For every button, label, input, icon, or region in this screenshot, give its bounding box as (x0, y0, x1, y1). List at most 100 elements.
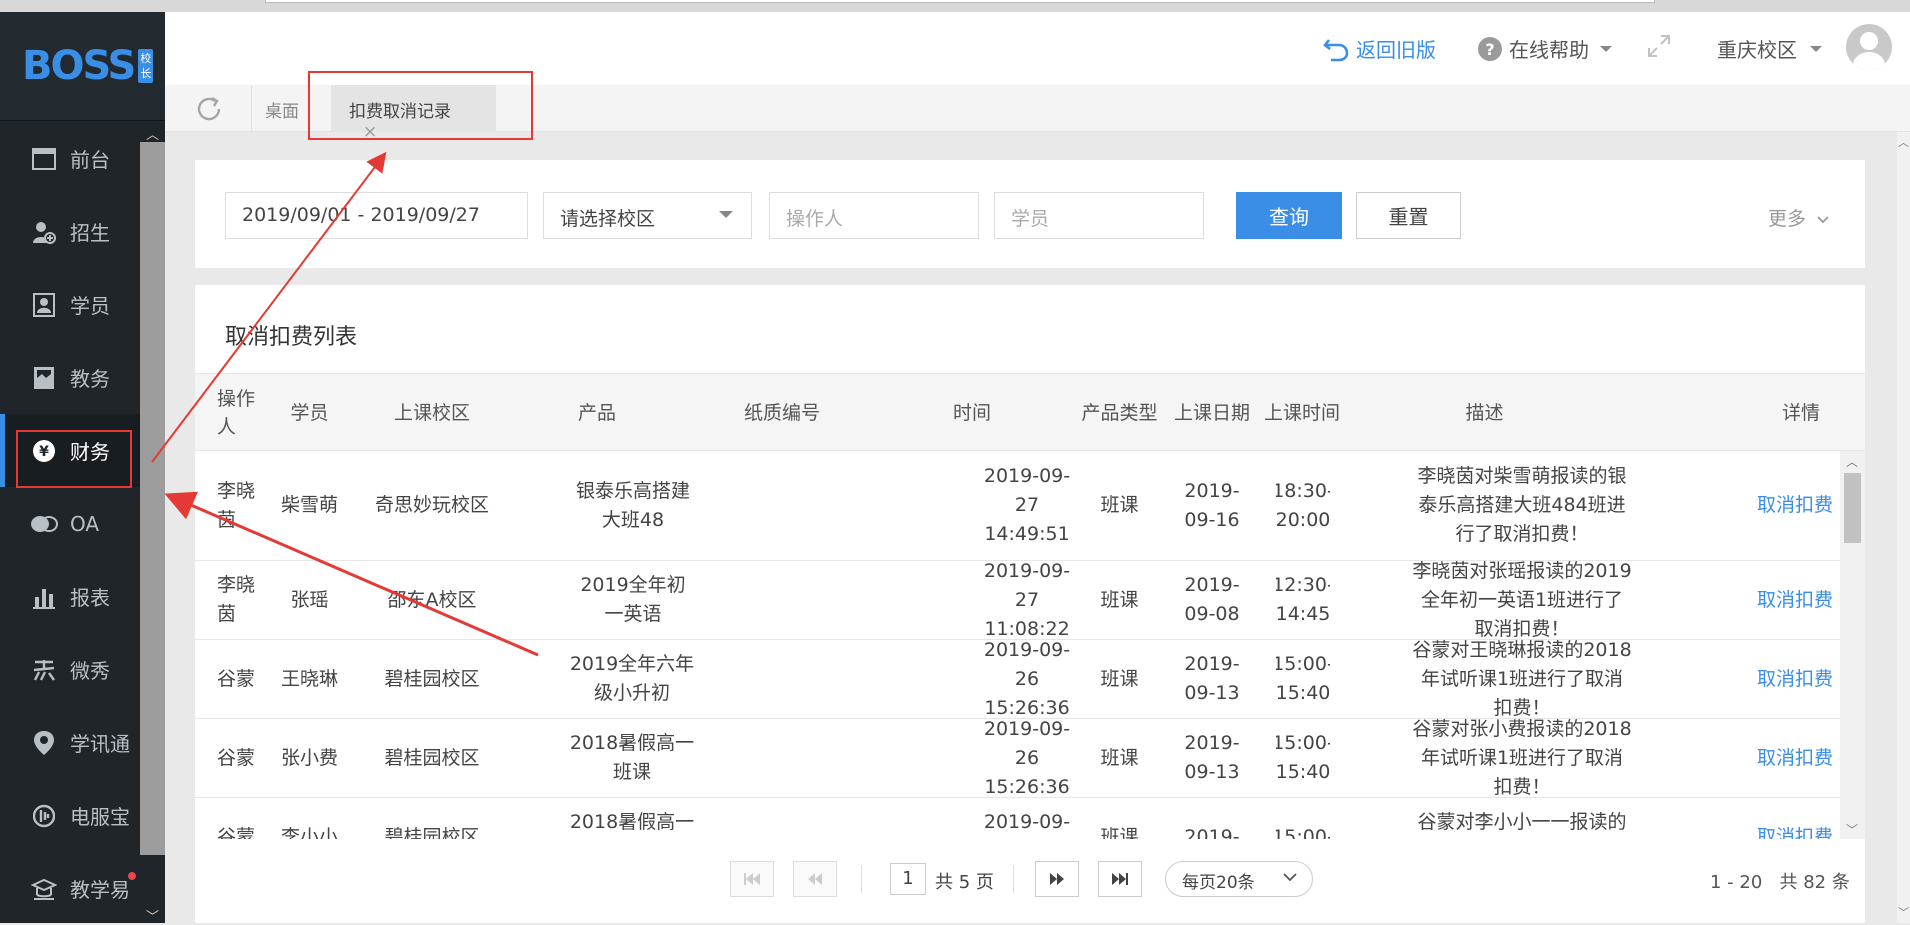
cancel-deduction-link[interactable]: 取消扣费 (1757, 719, 1840, 797)
fullscreen-button[interactable] (1647, 34, 1671, 58)
cell-time: 2019-09-26 15:26:36 (983, 719, 1071, 797)
cell-operator: 谷蒙 (217, 746, 256, 769)
sidebar-item-front-desk[interactable]: 前台 (0, 122, 140, 195)
table-scrollbar[interactable]: ︿ ﹀ (1840, 451, 1865, 839)
campus-select-placeholder: 请选择校区 (560, 208, 656, 230)
scroll-up-icon[interactable]: ︿ (1898, 134, 1909, 150)
more-filters-toggle[interactable]: 更多 (1768, 204, 1830, 231)
caret-down-icon (1600, 45, 1612, 52)
window-icon (30, 145, 58, 173)
scroll-down-icon[interactable]: ﹀ (1846, 821, 1858, 838)
col-time: 时间 (952, 402, 991, 424)
more-label: 更多 (1768, 208, 1807, 230)
return-old-version-link[interactable]: 返回旧版 (1322, 34, 1436, 63)
campus-select[interactable]: 请选择校区 (543, 192, 752, 239)
cell-product: 2018暑假高一班课 (569, 732, 695, 783)
pagination: 1 共 5 页 每页20条 1 - 20 共 82 条 (195, 855, 1865, 905)
cell-class-date: 2019-09-13 (1185, 653, 1239, 704)
table-body: 李晓茵 柴雪萌 奇思妙玩校区 银泰乐高搭建大班48 2019-09-27 14:… (195, 451, 1840, 839)
online-help-dropdown[interactable]: ? 在线帮助 (1477, 34, 1613, 63)
page-size-select[interactable]: 每页20条 (1165, 861, 1313, 897)
page-number-input[interactable]: 1 (890, 863, 926, 895)
pager-divider (861, 865, 862, 893)
col-product-type: 产品类型 (1081, 402, 1158, 424)
fast-forward-icon (1050, 873, 1064, 885)
cell-product-type: 班课 (1100, 588, 1139, 611)
chevron-down-icon (1817, 216, 1829, 224)
sidebar-item-jiaoxueyi[interactable]: 教学易 (0, 852, 140, 925)
avatar[interactable] (1846, 24, 1892, 70)
cell-campus: 碧桂园校区 (384, 667, 480, 690)
list-title: 取消扣费列表 (225, 325, 358, 350)
sidebar-item-students[interactable]: 学员 (0, 268, 140, 341)
cancel-deduction-link[interactable]: 取消扣费 (1757, 451, 1840, 560)
cancel-deduction-link[interactable]: 取消扣费 (1757, 640, 1840, 718)
sidebar-item-label: 报表 (70, 586, 110, 610)
cell-class-time: 15:00-15:40 (1276, 732, 1330, 783)
logo-tag-top: 校 (140, 52, 152, 65)
table-scroll-thumb[interactable] (1844, 473, 1861, 543)
first-page-button[interactable] (730, 861, 774, 897)
filter-panel: 2019/09/01 - 2019/09/27 请选择校区 操作人 学员 查询 … (195, 160, 1865, 268)
next-page-button[interactable] (1035, 861, 1079, 897)
sidebar-scroll-thumb[interactable] (140, 142, 165, 855)
record-total: 共 82 条 (1779, 872, 1850, 893)
logo-tag-bottom: 长 (140, 67, 152, 80)
cancel-deduction-link[interactable]: 取消扣费 (1757, 561, 1840, 639)
total-pages-text: 共 5 页 (935, 872, 994, 893)
sidebar-item-enroll[interactable]: 招生 (0, 195, 140, 268)
sidebar-item-reports[interactable]: 报表 (0, 560, 140, 633)
cell-class-date: 2019-09-16 (1185, 479, 1239, 531)
operator-input[interactable]: 操作人 (769, 192, 979, 239)
cell-description: 李晓茵对柴雪萌报读的银泰乐高搭建大班484班进行了取消扣费！ (1417, 465, 1627, 545)
cell-time: 2019-09-26 (983, 811, 1071, 833)
prev-page-button[interactable] (793, 861, 837, 897)
cell-campus: 碧桂园校区 (384, 825, 480, 840)
sidebar-scrollbar[interactable]: ︿ ﹀ (140, 122, 165, 925)
caret-down-icon (1810, 45, 1822, 52)
campus-dropdown[interactable]: 重庆校区 (1717, 34, 1823, 63)
show-icon (30, 656, 58, 684)
cell-campus: 奇思妙玩校区 (374, 494, 489, 516)
last-page-button[interactable] (1098, 861, 1142, 897)
student-input[interactable]: 学员 (994, 192, 1204, 239)
record-count: 1 - 20 共 82 条 (1710, 868, 1850, 894)
cell-paper-number (692, 798, 872, 839)
refresh-icon[interactable] (195, 95, 225, 125)
tab-desktop[interactable]: 桌面 (265, 97, 299, 122)
sidebar-item-weixiu[interactable]: 微秀 (0, 633, 140, 706)
table-row: 谷蒙 张小费 碧桂园校区 2018暑假高一班课 2019-09-26 15:26… (195, 719, 1840, 798)
location-icon (30, 729, 58, 757)
expand-icon (1648, 35, 1670, 57)
scroll-up-icon[interactable]: ︿ (1846, 453, 1858, 470)
sidebar-item-oa[interactable]: OA (0, 487, 140, 560)
cell-product-type: 班课 (1100, 825, 1139, 840)
date-range-input[interactable]: 2019/09/01 - 2019/09/27 (225, 192, 528, 239)
phone-icon (30, 802, 58, 830)
col-student: 学员 (290, 402, 329, 424)
cell-class-date: 2019-09-13 (1185, 732, 1239, 783)
cell-class-date: 2019- (1185, 825, 1239, 840)
address-bar[interactable] (265, 0, 1655, 3)
cell-description: 谷蒙对王晓琳报读的2018年试听课1班进行了取消扣费！ (1412, 640, 1632, 718)
cell-operator: 谷蒙 (217, 667, 256, 690)
sidebar-item-academic[interactable]: 教务 (0, 341, 140, 414)
page-scrollbar[interactable]: ︿ ﹀ (1897, 132, 1910, 923)
id-card-icon (30, 291, 58, 319)
sidebar-item-label: 招生 (70, 221, 110, 245)
scroll-down-icon[interactable]: ﹀ (146, 906, 159, 925)
reset-button[interactable]: 重置 (1356, 192, 1461, 239)
sidebar-item-xuexuntong[interactable]: 学讯通 (0, 706, 140, 779)
cell-campus: 碧桂园校区 (384, 746, 480, 769)
bar-chart-icon (30, 583, 58, 611)
cell-student: 张小费 (280, 746, 338, 769)
sidebar-item-dianfubao[interactable]: 电服宝 (0, 779, 140, 852)
scroll-down-icon[interactable]: ﹀ (1898, 904, 1909, 920)
col-product: 产品 (577, 402, 616, 424)
boss-logo[interactable]: BOSS 校 长 (0, 12, 165, 121)
cancel-deduction-link[interactable]: 取消扣费 (1757, 798, 1840, 840)
cell-description: 李晓茵对张瑶报读的2019全年初一英语1班进行了取消扣费！ (1412, 561, 1632, 639)
table-row: 谷蒙 李小小 碧桂园校区 2018暑假高一班 2019-09-26 班课 201… (195, 798, 1840, 839)
query-button[interactable]: 查询 (1236, 192, 1342, 239)
scroll-up-icon[interactable]: ︿ (146, 124, 159, 143)
